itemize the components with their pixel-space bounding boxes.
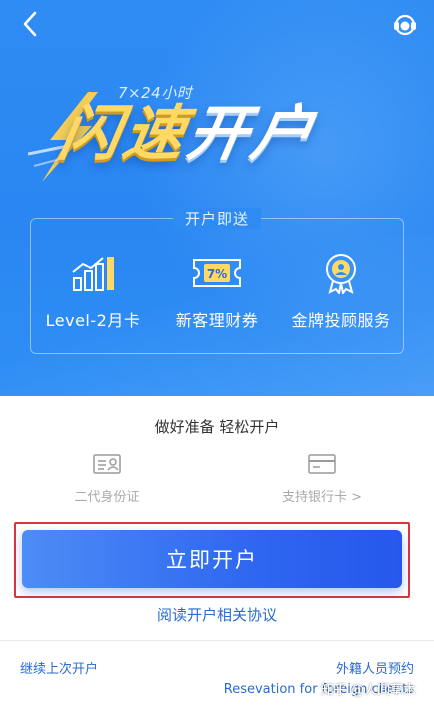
medal-icon — [326, 254, 356, 294]
hero-banner: 7×24小时 闪速开户 开户即送 Level-2月卡 7% 新客理财券 金牌投顾… — [0, 0, 434, 396]
divider — [0, 640, 434, 641]
ready-heading: 做好准备 轻松开户 — [154, 418, 280, 436]
gift-panel: 开户即送 Level-2月卡 7% 新客理财券 金牌投顾服务 — [30, 208, 404, 354]
slogan-title-white: 开户 — [181, 99, 323, 169]
id-card-requirement: 二代身份证 — [52, 454, 162, 505]
gift-item-label: 新客理财券 — [175, 311, 259, 330]
slogan-title-gold: 闪速 — [53, 99, 195, 169]
bar-chart-icon — [72, 257, 114, 291]
watermark: 知乎 @人间草木 — [320, 683, 416, 698]
bank-card-icon — [308, 454, 336, 474]
slogan-title: 闪速开户 — [54, 99, 322, 169]
headset-icon — [394, 14, 416, 36]
gift-item-label: Level-2月卡 — [45, 311, 141, 330]
gift-panel-title: 开户即送 — [172, 208, 261, 229]
chevron-right-icon: > — [351, 490, 363, 505]
account-open-panel: 做好准备 轻松开户 二代身份证 支持银行卡 > 立即开户 阅读开户相关协议 继续… — [0, 396, 434, 714]
back-button[interactable] — [14, 8, 46, 40]
gift-item-coupon[interactable]: 7% 新客理财券 — [155, 253, 279, 331]
gift-item-advisor[interactable]: 金牌投顾服务 — [279, 253, 403, 331]
id-card-icon — [93, 454, 121, 474]
chevron-left-icon — [23, 11, 37, 37]
gift-item-label: 金牌投顾服务 — [291, 311, 391, 330]
open-account-button[interactable]: 立即开户 — [22, 530, 402, 588]
customer-service-button[interactable] — [390, 10, 420, 40]
bank-card-label: 支持银行卡 — [281, 490, 347, 505]
continue-last-link[interactable]: 继续上次开户 — [20, 658, 98, 677]
coupon-icon: 7% — [193, 259, 241, 287]
id-card-label: 二代身份证 — [74, 490, 140, 505]
bank-card-requirement[interactable]: 支持银行卡 > — [262, 454, 382, 505]
gift-item-level2[interactable]: Level-2月卡 — [31, 253, 155, 331]
coupon-badge: 7% — [207, 267, 227, 281]
cta-highlight-box: 立即开户 — [14, 522, 410, 598]
agreement-link[interactable]: 阅读开户相关协议 — [0, 604, 434, 625]
foreign-reservation-link[interactable]: 外籍人员预约 — [336, 658, 414, 677]
